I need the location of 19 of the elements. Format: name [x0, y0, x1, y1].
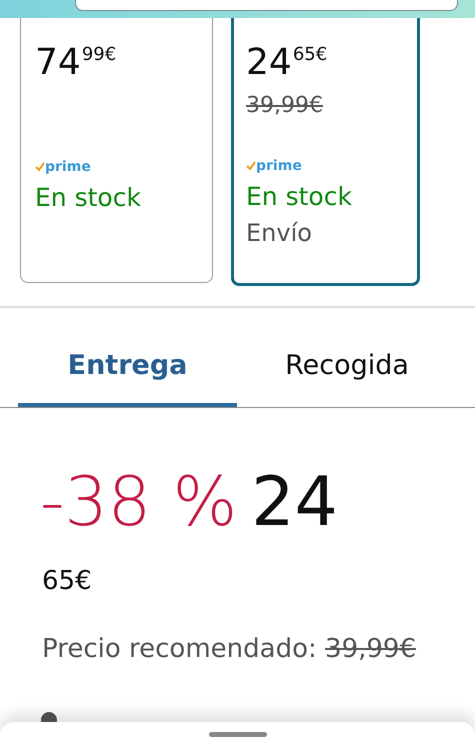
drag-handle[interactable] [208, 732, 266, 737]
prime-label: prime [45, 159, 91, 175]
prime-label: prime [256, 158, 302, 174]
stock-status: En stock [246, 182, 352, 211]
tab[interactable]: Entrega [18, 338, 237, 407]
check-icon [246, 161, 256, 171]
recommended-price: Precio recomendado: 39,99€ [42, 634, 416, 664]
price-whole: 24 [251, 463, 338, 542]
price-fraction: 99€ [82, 43, 116, 67]
list-price: 39,99€ [246, 93, 323, 118]
shipping-label: Envío [246, 219, 312, 247]
stock-status: En stock [35, 183, 141, 212]
discount-label: -38 % [40, 463, 238, 542]
price-fraction: 65€ [292, 43, 328, 67]
check-icon [35, 162, 45, 172]
price-whole: 24 [246, 43, 292, 83]
price-whole: 74 [35, 43, 81, 83]
tab[interactable]: Recogida [237, 338, 457, 407]
price-fraction: 65€ [41, 565, 93, 596]
